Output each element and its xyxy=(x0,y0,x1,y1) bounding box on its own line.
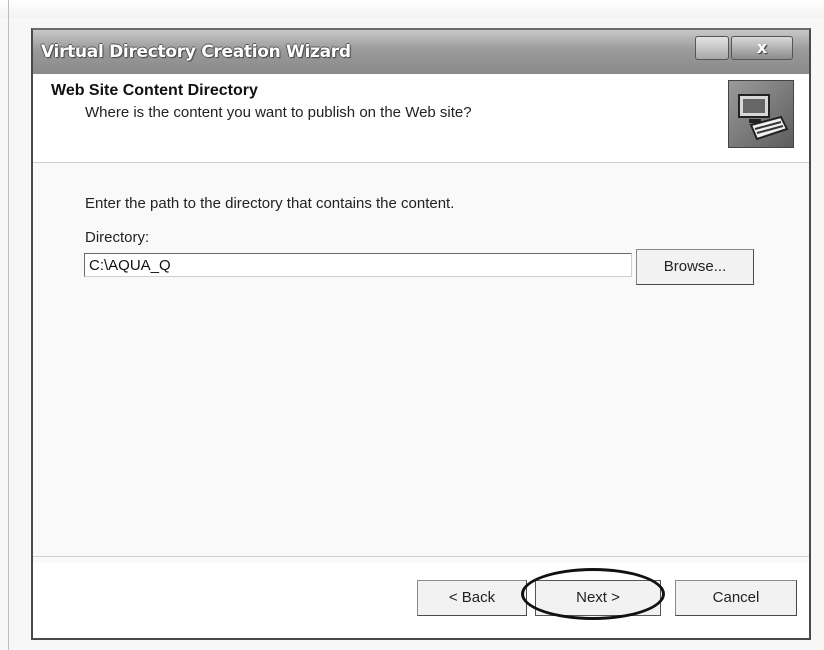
close-icon: x xyxy=(756,38,768,57)
wizard-window: Virtual Directory Creation Wizard x Web … xyxy=(31,28,811,640)
directory-label: Directory: xyxy=(85,229,150,246)
back-button[interactable]: < Back xyxy=(417,580,527,616)
page-edge-line xyxy=(8,0,9,650)
wizard-header: Web Site Content Directory Where is the … xyxy=(33,74,809,163)
directory-path-input[interactable] xyxy=(84,253,632,277)
instruction-text: Enter the path to the directory that con… xyxy=(85,195,455,212)
browse-button[interactable]: Browse... xyxy=(636,249,754,285)
cancel-button[interactable]: Cancel xyxy=(675,580,797,616)
next-button[interactable]: Next > xyxy=(535,580,661,616)
page-title: Web Site Content Directory xyxy=(51,82,258,99)
close-button[interactable]: x xyxy=(731,36,793,60)
wizard-directory-icon xyxy=(728,80,794,148)
minimize-button[interactable] xyxy=(695,36,729,60)
title-bar[interactable]: Virtual Directory Creation Wizard x xyxy=(33,30,809,75)
wizard-content: Enter the path to the directory that con… xyxy=(33,163,809,563)
footer-divider xyxy=(33,556,809,557)
page-subtitle: Where is the content you want to publish… xyxy=(85,104,472,121)
window-title: Virtual Directory Creation Wizard xyxy=(41,42,351,62)
folder-computer-icon xyxy=(738,94,789,141)
screenshot-stage: Virtual Directory Creation Wizard x Web … xyxy=(0,0,824,650)
